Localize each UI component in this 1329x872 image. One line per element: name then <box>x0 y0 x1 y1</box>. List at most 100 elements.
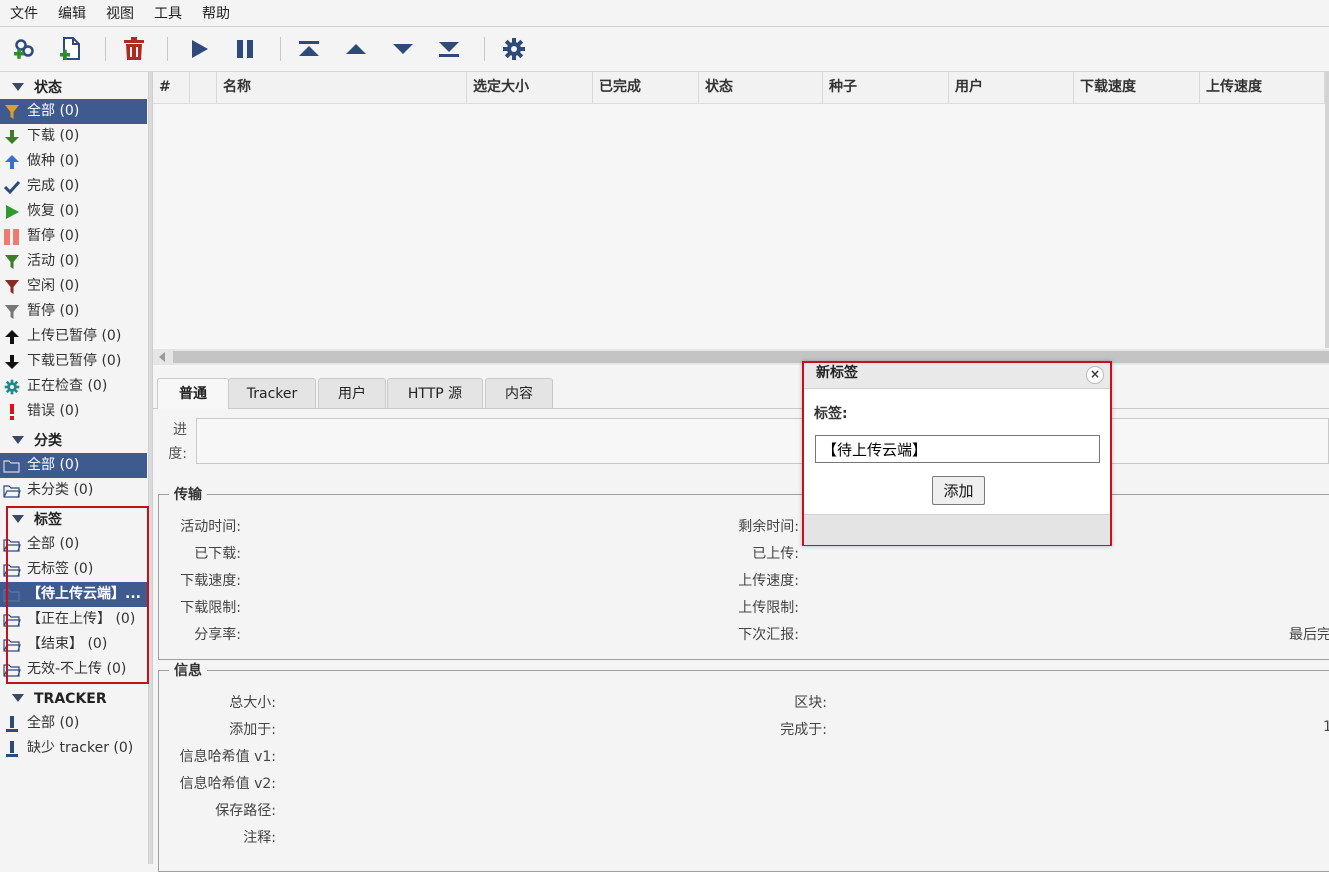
status-item-checking[interactable]: 正在检查 (0) <box>0 374 147 399</box>
add-file-icon <box>60 37 80 60</box>
column-header-completed[interactable]: 已完成 <box>593 72 699 103</box>
folder-icon <box>3 636 21 654</box>
move-up-icon <box>346 44 366 54</box>
add-link-button[interactable] <box>10 35 40 63</box>
tab-content[interactable]: 内容 <box>485 378 553 408</box>
tag-name-input[interactable] <box>815 435 1100 463</box>
folder-icon <box>3 611 21 629</box>
move-bottom-icon <box>439 42 459 57</box>
category-item-all[interactable]: 全部 (0) <box>0 453 147 478</box>
status-item-active[interactable]: 活动 (0) <box>0 249 147 274</box>
menu-file[interactable]: 文件 <box>0 0 48 28</box>
status-item-seeding[interactable]: 做种 (0) <box>0 149 147 174</box>
column-header-seeds[interactable]: 种子 <box>823 72 949 103</box>
toolbar-separator <box>105 37 106 61</box>
transfer-group-title: 传输 <box>174 487 202 503</box>
field-label: 区块: <box>794 695 827 711</box>
scroll-left-icon[interactable] <box>159 352 165 362</box>
scroll-thumb[interactable] <box>173 351 1329 363</box>
status-item-downloading[interactable]: 下载 (0) <box>0 124 147 149</box>
tag-field-label: 标签: <box>814 406 848 422</box>
toolbar-separator <box>167 37 168 61</box>
trackers-section-header[interactable]: TRACKER <box>0 687 148 711</box>
toolbar-separator <box>280 37 281 61</box>
pause-button[interactable] <box>230 35 260 63</box>
move-down-button[interactable] <box>388 35 418 63</box>
vertical-scrollbar[interactable] <box>1325 72 1329 348</box>
tab-general[interactable]: 普通 <box>157 378 229 409</box>
filters-sidebar: 状态 全部 (0) 下载 (0) 做种 (0) 完成 (0) 恢复 (0) 暂停… <box>0 72 148 864</box>
status-item-inactive[interactable]: 空闲 (0) <box>0 274 147 299</box>
tag-item-finished[interactable]: 【结束】 (0) <box>0 632 147 657</box>
tag-item-invalid[interactable]: 无效-不上传 (0) <box>0 657 147 682</box>
add-button[interactable]: 添加 <box>932 476 985 505</box>
status-item-label: 全部 (0) <box>27 103 80 119</box>
filter-icon <box>3 253 21 271</box>
column-header-index[interactable]: # <box>153 72 190 103</box>
status-section-header[interactable]: 状态 <box>0 76 148 100</box>
column-header-upload-speed[interactable]: 上传速度 <box>1200 72 1325 103</box>
tracker-item-all[interactable]: 全部 (0) <box>0 711 147 736</box>
toolbar-separator <box>484 37 485 61</box>
tag-item-uploading[interactable]: 【正在上传】 (0) <box>0 607 147 632</box>
field-label: 信息哈希值 v1: <box>179 749 276 765</box>
start-button[interactable] <box>184 35 214 63</box>
status-item-resumed[interactable]: 恢复 (0) <box>0 199 147 224</box>
move-top-button[interactable] <box>294 35 324 63</box>
close-icon[interactable]: × <box>1086 366 1104 384</box>
move-up-button[interactable] <box>341 35 371 63</box>
status-item-download-paused[interactable]: 下载已暂停 (0) <box>0 349 147 374</box>
status-item-paused[interactable]: 暂停 (0) <box>0 224 147 249</box>
menu-edit[interactable]: 编辑 <box>48 0 96 28</box>
tracker-icon <box>3 715 21 733</box>
horizontal-scrollbar[interactable] <box>153 349 1329 365</box>
status-item-stalled[interactable]: 暂停 (0) <box>0 299 147 324</box>
column-header-status-icon[interactable] <box>190 72 217 103</box>
progress-bar <box>196 418 1329 464</box>
folder-icon <box>3 661 21 679</box>
categories-section-header[interactable]: 分类 <box>0 429 148 453</box>
tag-item-label: 【待上传云端】... <box>27 586 141 602</box>
folder-icon <box>3 457 21 475</box>
add-link-icon <box>14 39 34 59</box>
status-item-completed[interactable]: 完成 (0) <box>0 174 147 199</box>
field-label: 信息哈希值 v2: <box>179 776 276 792</box>
menu-view[interactable]: 视图 <box>96 0 144 28</box>
add-file-button[interactable] <box>56 35 86 63</box>
column-header-peers[interactable]: 用户 <box>949 72 1074 103</box>
status-item-errored[interactable]: 错误 (0) <box>0 399 147 424</box>
table-header: # 名称 选定大小 已完成 状态 种子 用户 下载速度 上传速度 <box>153 72 1325 104</box>
menu-tools[interactable]: 工具 <box>144 0 192 28</box>
move-bottom-button[interactable] <box>434 35 464 63</box>
category-item-uncategorized[interactable]: 未分类 (0) <box>0 478 147 503</box>
field-label: 注释: <box>243 830 276 846</box>
status-item-label: 错误 (0) <box>27 403 80 419</box>
tag-item-all[interactable]: 全部 (0) <box>0 532 147 557</box>
category-item-label: 全部 (0) <box>27 457 80 473</box>
status-item-label: 完成 (0) <box>27 178 80 194</box>
status-item-label: 暂停 (0) <box>27 228 80 244</box>
dialog-title-bar[interactable]: 新标签 × <box>804 363 1110 389</box>
column-header-download-speed[interactable]: 下载速度 <box>1074 72 1200 103</box>
properties-tabs: 普通 Tracker 用户 HTTP 源 内容 <box>153 378 1329 409</box>
column-header-name[interactable]: 名称 <box>217 72 467 103</box>
tag-item-pending-upload[interactable]: 【待上传云端】... <box>0 582 147 607</box>
column-header-status[interactable]: 状态 <box>699 72 823 103</box>
tab-http-sources[interactable]: HTTP 源 <box>387 378 483 408</box>
tag-item-untagged[interactable]: 无标签 (0) <box>0 557 147 582</box>
menu-help[interactable]: 帮助 <box>192 0 240 28</box>
status-item-all[interactable]: 全部 (0) <box>0 99 147 124</box>
pause-icon <box>237 40 253 58</box>
delete-button[interactable] <box>119 35 149 63</box>
tab-peers[interactable]: 用户 <box>318 378 386 408</box>
status-item-label: 暂停 (0) <box>27 303 80 319</box>
status-item-upload-paused[interactable]: 上传已暂停 (0) <box>0 324 147 349</box>
tracker-item-missing[interactable]: 缺少 tracker (0) <box>0 736 147 761</box>
options-button[interactable] <box>499 35 529 63</box>
filter-icon <box>3 303 21 321</box>
tags-section-header[interactable]: 标签 <box>0 508 148 532</box>
gear-icon <box>503 38 525 60</box>
column-header-selected-size[interactable]: 选定大小 <box>467 72 593 103</box>
tab-tracker[interactable]: Tracker <box>228 378 316 408</box>
status-section-title: 状态 <box>34 80 62 96</box>
